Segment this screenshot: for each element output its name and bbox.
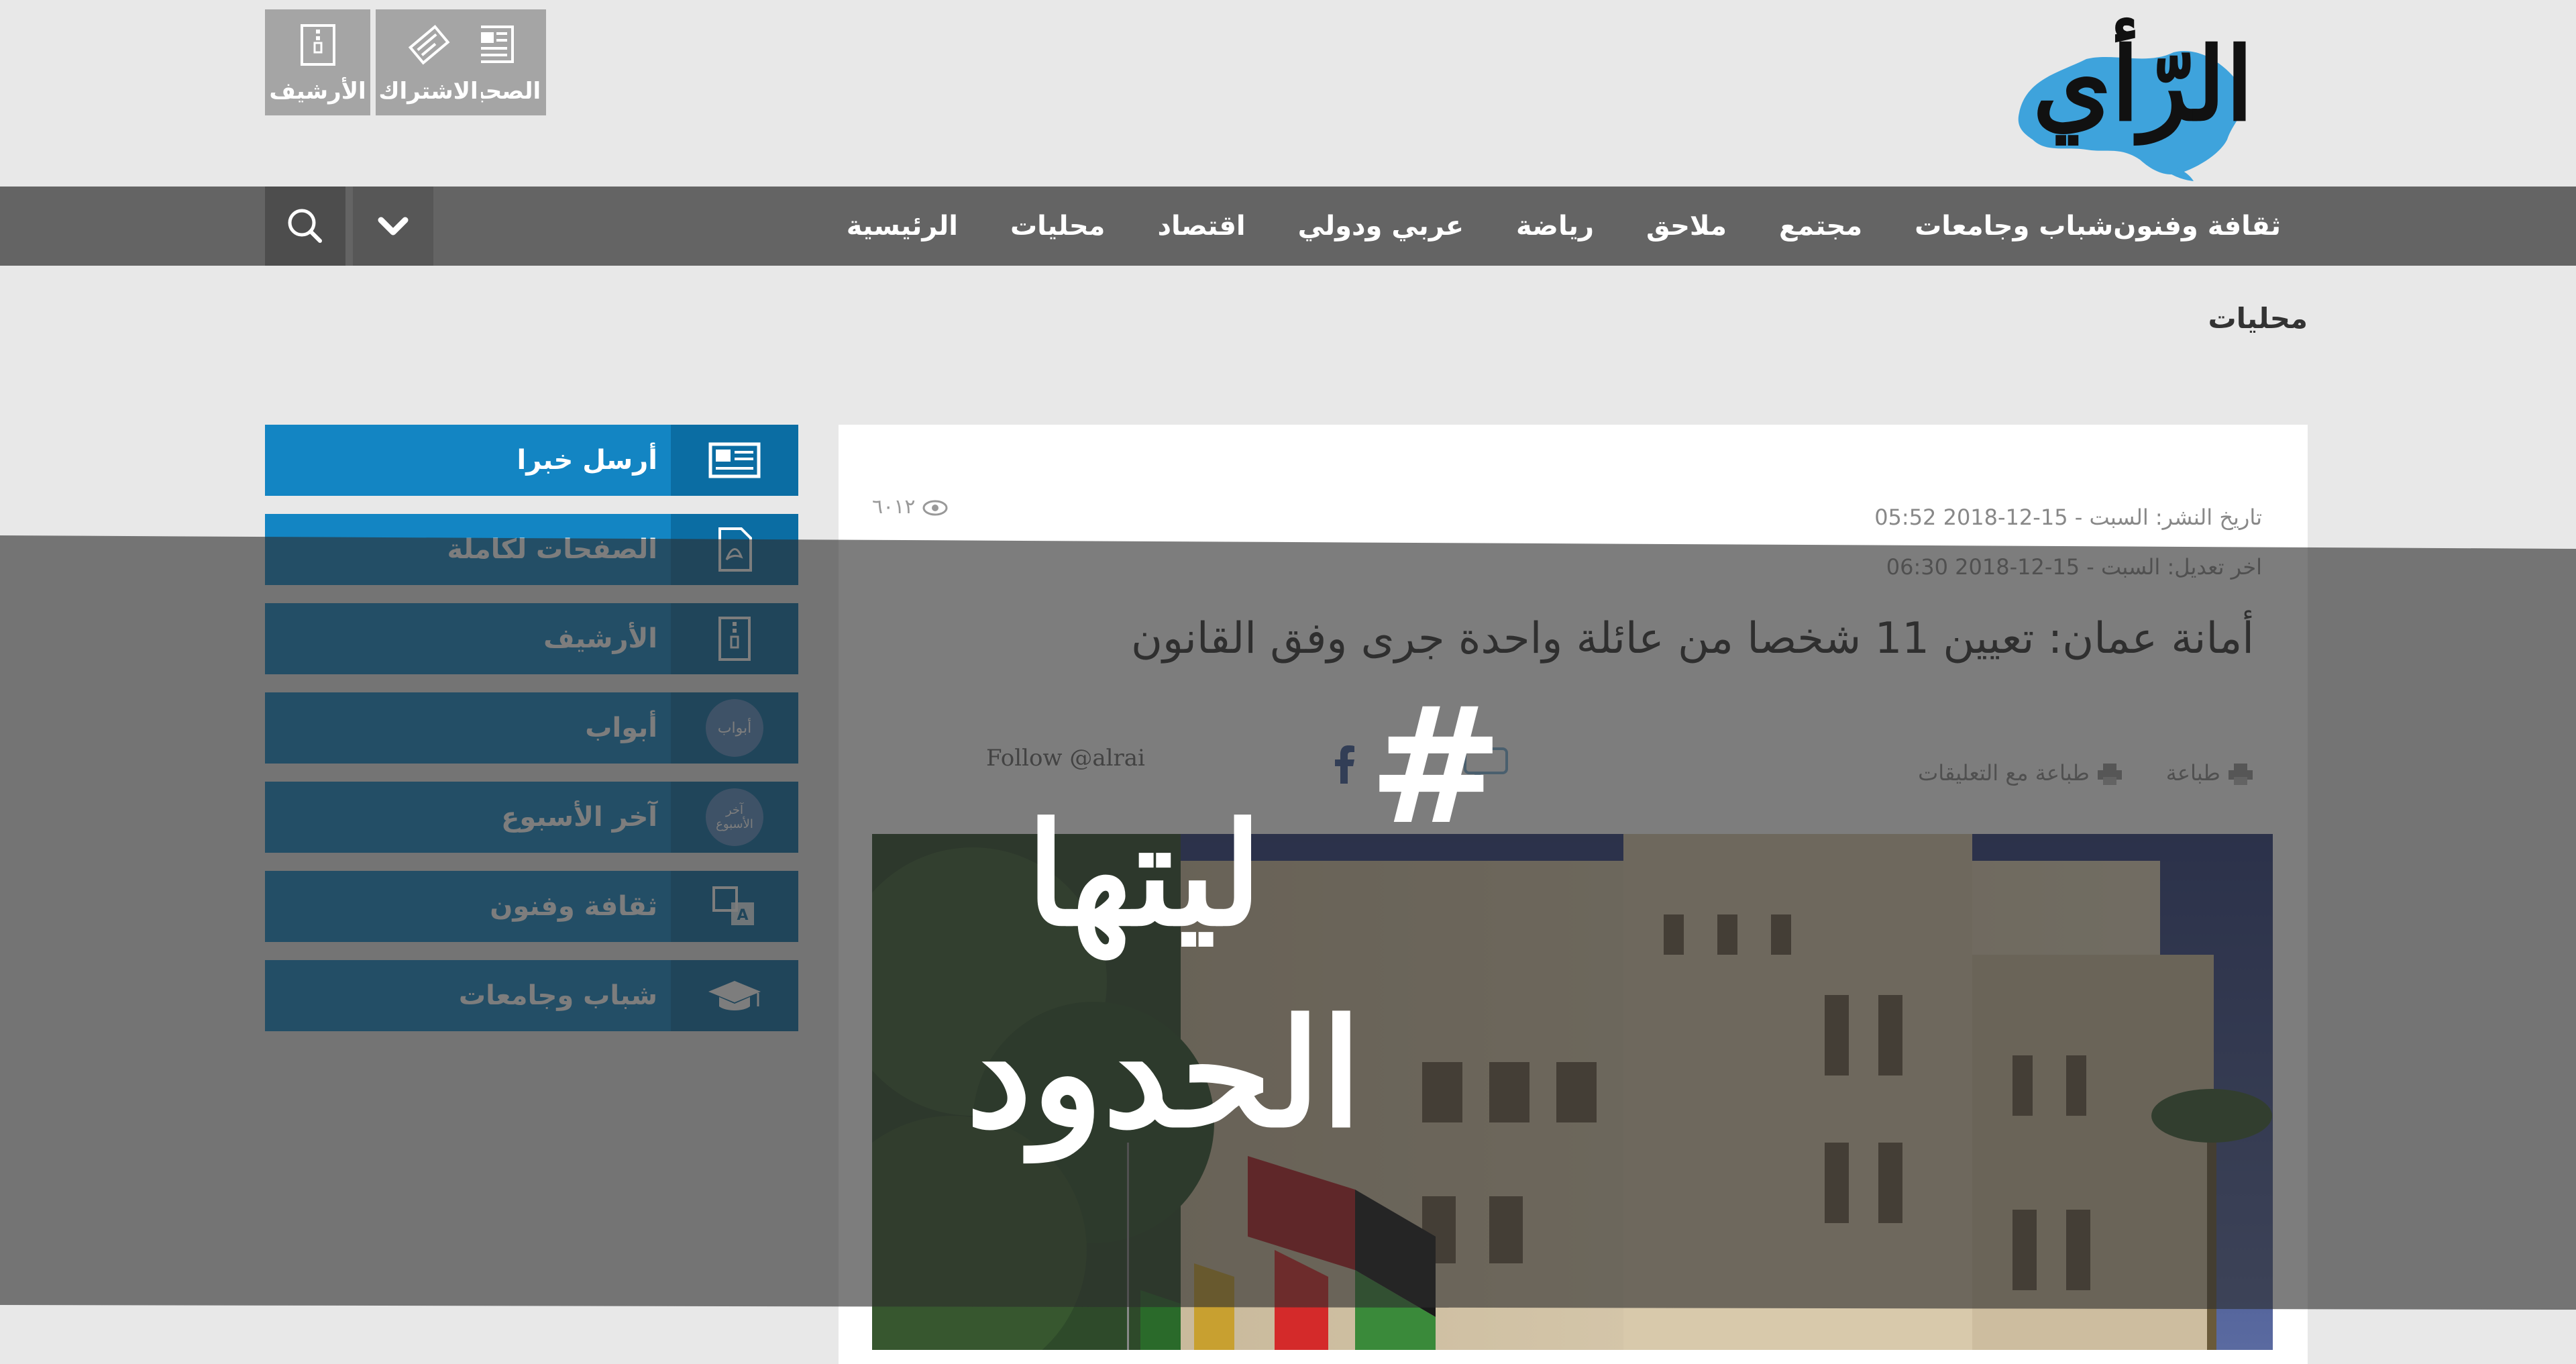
search-icon [288, 209, 322, 243]
sidebar-item-label: ثقافة وفنون [490, 891, 657, 922]
update-date: اخر تعديل: السبت - 15-12-2018 06:30 [1886, 554, 2262, 580]
abwab-icon: أبواب [671, 692, 798, 764]
pdf-icon [671, 514, 798, 585]
sidebar-item-youth[interactable]: شباب وجامعات [265, 960, 798, 1031]
sidebar-item-label: أرسل خبرا [517, 445, 657, 476]
facebook-share[interactable] [1332, 743, 1358, 786]
campaign-line-2: الحدود [966, 986, 1362, 1160]
sidebar-item-label: الأرشيف [543, 623, 657, 654]
print-comments-label: طباعة مع التعليقات [1918, 760, 2090, 786]
svg-text:A: A [737, 907, 748, 924]
abwab-badge: أبواب [706, 699, 763, 757]
sidebar-item-archive[interactable]: الأرشيف [265, 603, 798, 674]
view-count-value: ٦٠١٢ [872, 495, 916, 519]
archive-icon [300, 24, 335, 66]
subscription-icon [408, 25, 449, 65]
week-icon: آخر الأسبوع [671, 782, 798, 853]
article-headline: أمانة عمان: تعيين 11 شخصا من عائلة واحدة… [1130, 614, 2254, 664]
nav-item-youth[interactable]: شباب وجامعات [1915, 211, 2113, 242]
nav-item-supplements[interactable]: ملاحق [1646, 211, 1727, 242]
nav-search-button[interactable] [265, 187, 345, 266]
sidebar-item-label: آخر الأسبوع [501, 802, 657, 833]
subscription-label: الاشتراك [378, 78, 478, 105]
twitter-follow-button[interactable]: Follow @alrai [986, 745, 1145, 772]
publish-date: تاريخ النشر: السبت - 15-12-2018 05:52 [1874, 505, 2262, 530]
weekend-badge: آخر الأسبوع [706, 788, 763, 846]
print-link[interactable]: طباعة [2166, 760, 2254, 786]
facebook-icon [1335, 745, 1354, 784]
subscription-button[interactable]: الاشتراك [376, 9, 481, 115]
campaign-hashtag: # [1368, 671, 1504, 860]
section-title: محليات [2208, 302, 2308, 335]
nav-item-local[interactable]: محليات [1010, 211, 1105, 242]
sidebar-item-label: أبواب [585, 713, 657, 743]
eye-icon [922, 500, 948, 515]
graduation-cap-icon [671, 960, 798, 1031]
print-with-comments-link[interactable]: طباعة مع التعليقات [1918, 760, 2123, 786]
translate-icon: A [671, 871, 798, 942]
chevron-down-icon [378, 217, 409, 235]
archive-button[interactable]: الأرشيف [265, 9, 370, 115]
campaign-line-1: ليتها [1026, 792, 1263, 957]
nav-item-sports[interactable]: رياضة [1516, 211, 1594, 242]
sidebar-item-label: الصفحات لكاملة [447, 534, 657, 565]
site-logo[interactable]: الرّأي [2006, 12, 2261, 184]
sidebar-item-label: شباب وجامعات [458, 980, 657, 1011]
nav-item-society[interactable]: مجتمع [1779, 211, 1862, 242]
sidebar-item-abwab[interactable]: أبواب أبواب [265, 692, 798, 764]
nav-item-home[interactable]: الرئيسية [847, 211, 958, 242]
archive-label: الأرشيف [269, 78, 366, 105]
news-icon [671, 425, 798, 496]
sidebar-item-culture[interactable]: A ثقافة وفنون [265, 871, 798, 942]
printer-icon [2098, 764, 2122, 785]
print-label: طباعة [2165, 760, 2220, 786]
nav-item-economy[interactable]: اقتصاد [1157, 211, 1245, 242]
sidebar-item-send-news[interactable]: أرسل خبرا [265, 425, 798, 496]
logo-text: الرّأي [2033, 25, 2254, 144]
nav-item-culture[interactable]: ثقافة وفنون [2113, 211, 2281, 242]
printer-icon [2229, 764, 2253, 785]
nav-item-world[interactable]: عربي ودولي [1298, 211, 1464, 242]
sidebar-item-weekend[interactable]: آخر الأسبوع آخر الأسبوع [265, 782, 798, 853]
sidebar-item-full-pages[interactable]: الصفحات لكاملة [265, 514, 798, 585]
archive-icon [671, 603, 798, 674]
nav-more-button[interactable] [353, 187, 433, 266]
nav-items: الرئيسية محليات اقتصاد عربي ودولي رياضة … [794, 187, 2281, 266]
view-count: ٦٠١٢ [872, 495, 949, 519]
